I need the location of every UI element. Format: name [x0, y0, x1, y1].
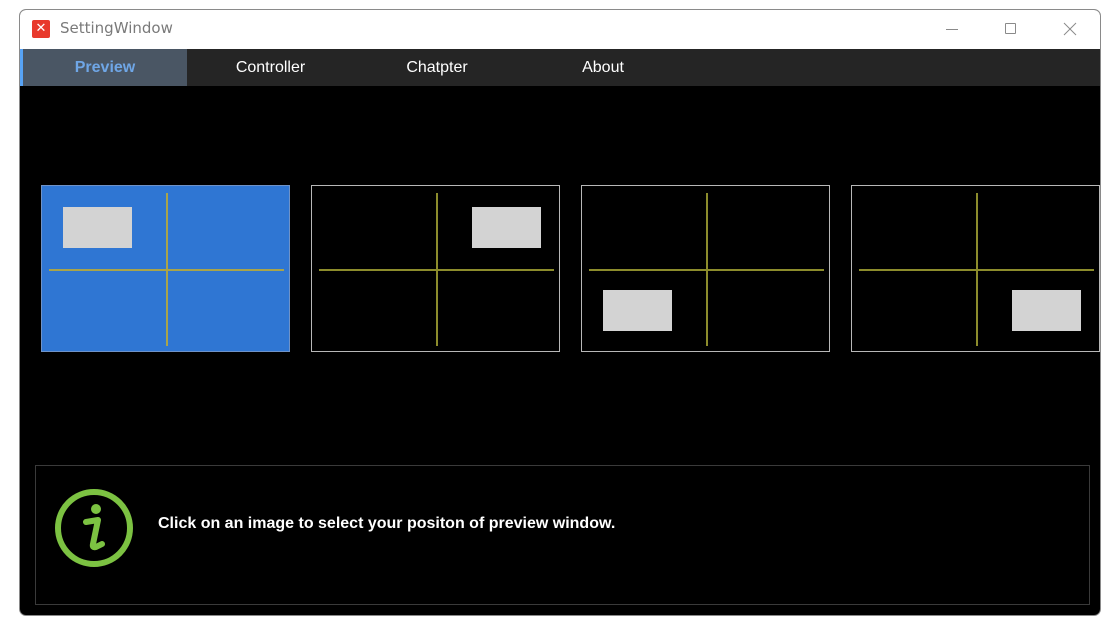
app-logo-icon: ✕ — [32, 20, 50, 38]
tab-bar: Preview Controller Chatpter About — [20, 49, 1100, 86]
position-option-bottom-left[interactable] — [581, 185, 830, 352]
close-button[interactable] — [1043, 10, 1097, 49]
preview-window-marker — [472, 207, 541, 248]
window-title: SettingWindow — [60, 19, 173, 37]
setting-window: ✕ SettingWindow Preview Controller Chatp… — [19, 9, 1101, 616]
maximize-icon — [1005, 23, 1016, 34]
info-panel: Click on an image to select your positon… — [35, 465, 1090, 605]
info-message: Click on an image to select your positon… — [158, 515, 616, 532]
tab-preview[interactable]: Preview — [20, 49, 187, 86]
close-icon — [1063, 22, 1077, 36]
minimize-button[interactable] — [925, 10, 979, 49]
tab-about[interactable]: About — [520, 49, 686, 86]
info-icon — [55, 489, 133, 567]
crosshair-vertical — [436, 193, 438, 346]
title-bar[interactable]: ✕ SettingWindow — [20, 10, 1100, 49]
preview-window-marker — [603, 290, 672, 331]
crosshair-vertical — [976, 193, 978, 346]
maximize-button[interactable] — [984, 10, 1038, 49]
tab-chapter[interactable]: Chatpter — [354, 49, 520, 86]
position-option-top-right[interactable] — [311, 185, 560, 352]
position-option-bottom-right[interactable] — [851, 185, 1100, 352]
crosshair-vertical — [166, 193, 168, 346]
minimize-icon — [946, 29, 958, 30]
crosshair-vertical — [706, 193, 708, 346]
preview-window-marker — [63, 207, 132, 248]
tab-controller[interactable]: Controller — [187, 49, 354, 86]
position-option-top-left[interactable] — [41, 185, 290, 352]
preview-window-marker — [1012, 290, 1081, 331]
